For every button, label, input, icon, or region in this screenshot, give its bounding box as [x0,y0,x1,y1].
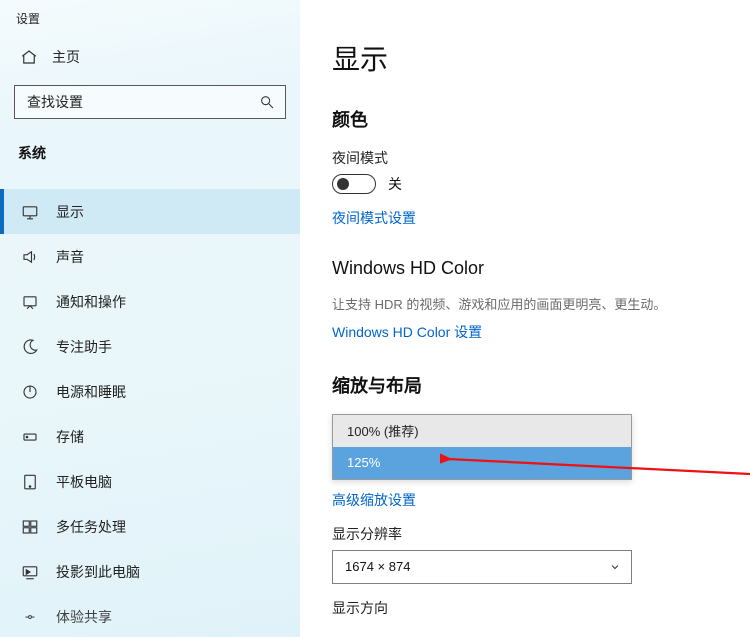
sidebar-item-multitask[interactable]: 多任务处理 [0,504,300,549]
sidebar-nav: 显示 声音 通知和操作 专注助手 [0,189,300,639]
toggle-knob [337,178,349,190]
sidebar-item-label: 投影到此电脑 [56,562,140,582]
tablet-icon [20,472,40,492]
storage-icon [20,427,40,447]
sidebar-item-storage[interactable]: 存储 [0,414,300,459]
home-nav[interactable]: 主页 [0,41,300,85]
focus-icon [20,337,40,357]
notifications-icon [20,292,40,312]
search-input[interactable]: 查找设置 [14,85,286,119]
sidebar-item-label: 专注助手 [56,337,112,357]
night-mode-state: 关 [388,174,402,194]
home-label: 主页 [52,47,80,67]
sidebar-item-tablet[interactable]: 平板电脑 [0,459,300,504]
settings-sidebar: 设置 主页 查找设置 系统 [0,0,300,637]
sound-icon [20,247,40,267]
resolution-label: 显示分辨率 [332,524,730,544]
sidebar-item-label: 通知和操作 [56,292,126,312]
sidebar-item-label: 显示 [56,202,84,222]
project-icon [20,562,40,582]
page-title: 显示 [332,38,730,78]
search-placeholder: 查找设置 [27,92,259,112]
scale-option-100[interactable]: 100% (推荐) [333,415,631,447]
sidebar-item-label: 存储 [56,427,84,447]
scale-heading: 缩放与布局 [332,372,730,398]
sidebar-item-focus[interactable]: 专注助手 [0,324,300,369]
resolution-select[interactable]: 1674 × 874 [332,550,632,584]
sidebar-item-power[interactable]: 电源和睡眠 [0,369,300,414]
color-heading: 颜色 [332,106,730,132]
night-mode-label: 夜间模式 [332,148,730,168]
window-title: 设置 [0,6,300,41]
power-icon [20,382,40,402]
orientation-label: 显示方向 [332,598,730,618]
hdr-heading: Windows HD Color [332,258,730,279]
hdr-settings-link[interactable]: Windows HD Color 设置 [332,322,482,342]
shared-icon [20,607,40,627]
scale-option-125[interactable]: 125% [333,447,631,479]
sidebar-item-label: 平板电脑 [56,472,112,492]
content-pane: 显示 颜色 夜间模式 关 夜间模式设置 Windows HD Color 让支持… [300,0,750,637]
home-icon [20,48,38,66]
advanced-scaling-link[interactable]: 高级缩放设置 [332,490,416,510]
scale-dropdown[interactable]: 100% (推荐) 125% [332,414,632,480]
chevron-down-icon [609,561,621,573]
sidebar-item-notifications[interactable]: 通知和操作 [0,279,300,324]
sidebar-item-sound[interactable]: 声音 [0,234,300,279]
display-icon [20,202,40,222]
sidebar-item-label: 电源和睡眠 [56,382,126,402]
search-icon [259,94,275,110]
multitask-icon [20,517,40,537]
sidebar-item-label: 多任务处理 [56,517,126,537]
resolution-value: 1674 × 874 [345,559,410,574]
sidebar-item-shared[interactable]: 体验共享 [0,594,300,639]
night-mode-toggle[interactable] [332,174,376,194]
hdr-description: 让支持 HDR 的视频、游戏和应用的画面更明亮、更生动。 [332,295,730,316]
sidebar-item-display[interactable]: 显示 [0,189,300,234]
sidebar-item-project[interactable]: 投影到此电脑 [0,549,300,594]
sidebar-section-heading: 系统 [18,143,282,163]
sidebar-item-label: 声音 [56,247,84,267]
night-mode-settings-link[interactable]: 夜间模式设置 [332,208,416,228]
sidebar-item-label: 体验共享 [56,607,112,627]
